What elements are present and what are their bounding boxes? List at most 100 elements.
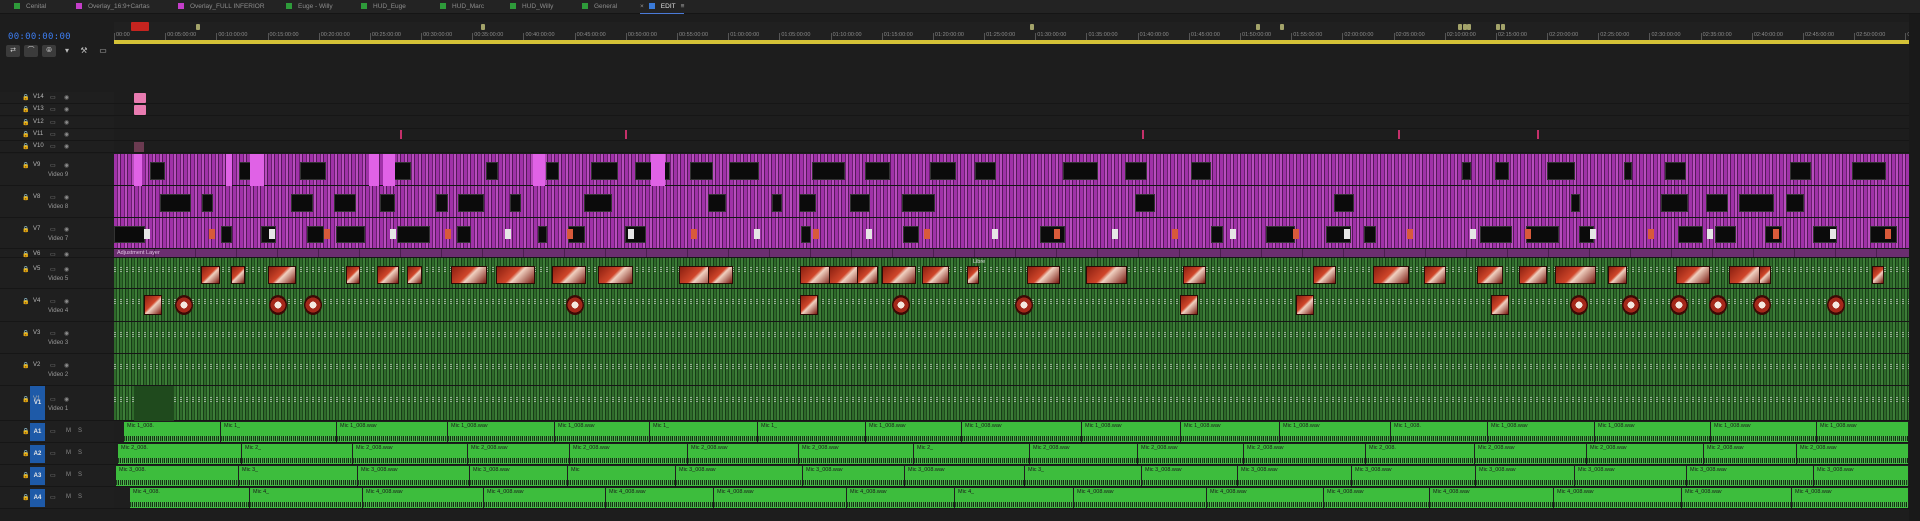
mute-button[interactable]: M xyxy=(66,494,71,500)
captions-icon[interactable]: ▭ xyxy=(97,45,109,57)
audio-clip[interactable]: Mic 1_008. xyxy=(124,422,220,442)
lock-icon[interactable]: 🔒 xyxy=(22,396,29,403)
audio-clip[interactable]: Mic 1_008.wav xyxy=(1082,422,1180,442)
eye-icon[interactable]: ◉ xyxy=(64,119,69,126)
audio-clip[interactable]: Mic 2_008.wav xyxy=(1030,444,1137,464)
eye-icon[interactable]: ◉ xyxy=(64,143,69,150)
eye-icon[interactable]: ◉ xyxy=(64,94,69,101)
sync-lock-icon[interactable]: ▭ xyxy=(50,94,56,101)
audio-clip[interactable]: Mic 1_008. xyxy=(1391,422,1487,442)
lock-icon[interactable]: 🔒 xyxy=(22,266,29,273)
sync-lock-icon[interactable]: ▭ xyxy=(50,428,56,435)
sequence-marker[interactable] xyxy=(1501,24,1505,30)
lock-icon[interactable]: 🔒 xyxy=(22,143,29,150)
playhead[interactable] xyxy=(131,22,149,31)
eye-icon[interactable]: ◉ xyxy=(64,266,69,273)
sequence-marker[interactable] xyxy=(1256,24,1260,30)
sync-lock-icon[interactable]: ▭ xyxy=(50,226,56,233)
audio-clip[interactable]: Mic 1_008.wav xyxy=(1488,422,1594,442)
tab-hud-willy[interactable]: HUD_Willy xyxy=(510,0,553,14)
graphic-clip[interactable] xyxy=(1398,130,1400,139)
audio-clip[interactable]: Mic 4_008.wav xyxy=(363,488,483,508)
audio-source-patch[interactable]: A3 xyxy=(30,467,45,485)
sync-lock-icon[interactable]: ▭ xyxy=(50,119,56,126)
sync-lock-icon[interactable]: ▭ xyxy=(50,494,56,501)
tab-edit[interactable]: × EDIT ≡ xyxy=(640,0,685,14)
sequence-marker[interactable] xyxy=(1280,24,1284,30)
audio-clip[interactable]: Mic 4_008.wav xyxy=(1792,488,1908,508)
eye-icon[interactable]: ◉ xyxy=(64,330,69,337)
eye-icon[interactable]: ◉ xyxy=(64,396,69,403)
audio-clip[interactable]: Mic 4_008.wav xyxy=(1074,488,1206,508)
audio-clip[interactable]: Mic 3_008.wav xyxy=(1687,466,1813,486)
vertical-scrollbar[interactable] xyxy=(1909,14,1920,521)
audio-clip[interactable]: Mic 2_008.wav xyxy=(1704,444,1796,464)
audio-clip[interactable]: Mic 1_008.wav xyxy=(555,422,649,442)
audio-clip[interactable]: Mic 4_008.wav xyxy=(1682,488,1791,508)
sync-lock-icon[interactable]: ▭ xyxy=(50,131,56,138)
linked-selection-icon[interactable]: ⌒ xyxy=(24,45,38,57)
track-lane[interactable] xyxy=(114,117,1909,129)
sequence-marker[interactable] xyxy=(1458,24,1462,30)
eye-icon[interactable]: ◉ xyxy=(64,362,69,369)
audio-lane[interactable]: Mic 4_008. Mic 4_ Mic 4_008.wav Mic 4_008.w… xyxy=(114,487,1909,509)
sync-lock-icon[interactable]: ▭ xyxy=(50,330,56,337)
audio-source-patch[interactable]: A2 xyxy=(30,445,45,463)
tab-overlay-16-9-cartas[interactable]: Overlay_16:9+Cartas xyxy=(76,0,150,14)
tab-overlay-full-inferior[interactable]: Overlay_FULL INFERIOR xyxy=(178,0,265,14)
audio-clip[interactable]: Mic 2_008.wav xyxy=(1797,444,1908,464)
audio-clip[interactable]: Mic 2_008.wav xyxy=(1587,444,1703,464)
title-clip[interactable] xyxy=(134,93,146,103)
track-lane[interactable]: Libre xyxy=(114,258,1909,289)
lock-icon[interactable]: 🔒 xyxy=(22,428,29,435)
audio-clip[interactable]: Mic 1_008.wav xyxy=(1595,422,1710,442)
sync-lock-icon[interactable]: ▭ xyxy=(50,162,56,169)
track-lane[interactable] xyxy=(114,92,1909,104)
track-lane[interactable] xyxy=(114,289,1909,322)
solo-button[interactable]: S xyxy=(78,494,82,500)
sequence-marker[interactable] xyxy=(1030,24,1034,30)
mute-button[interactable]: M xyxy=(66,472,71,478)
lock-icon[interactable]: 🔒 xyxy=(22,450,29,457)
track-lane[interactable]: Adjustment Layer xyxy=(114,249,1909,258)
audio-clip[interactable]: Mic 3_008.wav xyxy=(1814,466,1908,486)
sync-lock-icon[interactable]: ▭ xyxy=(50,450,56,457)
audio-clip[interactable]: Mic 1_ xyxy=(650,422,757,442)
work-area-bar[interactable] xyxy=(114,40,1909,44)
audio-clip[interactable]: Mic 3_008.wav xyxy=(1238,466,1351,486)
audio-clip[interactable]: Mic 4_008.wav xyxy=(606,488,713,508)
lock-icon[interactable]: 🔒 xyxy=(22,162,29,169)
audio-clip[interactable]: Mic xyxy=(568,466,675,486)
sequence-marker[interactable] xyxy=(196,24,200,30)
track-lane[interactable] xyxy=(114,129,1909,141)
audio-clip[interactable]: Mic 1_008.wav xyxy=(1280,422,1390,442)
audio-lane[interactable]: Mic 1_008. Mic 1_ Mic 1_008.wav Mic 1_008.w… xyxy=(114,421,1909,443)
audio-clip[interactable]: Mic 3_008. xyxy=(116,466,238,486)
sync-lock-icon[interactable]: ▭ xyxy=(50,472,56,479)
graphic-clip[interactable] xyxy=(625,130,627,139)
sequence-marker[interactable] xyxy=(1467,24,1471,30)
mute-button[interactable]: M xyxy=(66,428,71,434)
mute-button[interactable]: M xyxy=(66,450,71,456)
audio-clip[interactable]: Mic 3_ xyxy=(239,466,357,486)
audio-clip[interactable]: Mic 1_008.wav xyxy=(866,422,961,442)
source-patch[interactable]: V1 xyxy=(30,386,45,420)
audio-clip[interactable]: Mic 1_ xyxy=(758,422,865,442)
audio-clip[interactable]: Mic 3_008.wav xyxy=(1575,466,1686,486)
audio-clip[interactable]: Mic 2_008.wav xyxy=(1475,444,1586,464)
lock-icon[interactable]: 🔒 xyxy=(22,330,29,337)
audio-clip[interactable]: Mic 2_008.wav xyxy=(1244,444,1365,464)
track-lane[interactable] xyxy=(114,104,1909,116)
audio-clip[interactable]: Mic 3_008.wav xyxy=(358,466,469,486)
track-lane[interactable] xyxy=(114,186,1909,218)
lock-icon[interactable]: 🔒 xyxy=(22,494,29,501)
track-lane[interactable] xyxy=(114,322,1909,354)
audio-clip[interactable]: Mic 2_008.wav xyxy=(353,444,467,464)
audio-clip[interactable]: Mic 3_008.wav xyxy=(1352,466,1475,486)
eye-icon[interactable]: ◉ xyxy=(64,131,69,138)
audio-clip[interactable]: Mic 2_008.wav xyxy=(799,444,913,464)
track-lane[interactable] xyxy=(114,154,1909,186)
eye-icon[interactable]: ◉ xyxy=(64,106,69,113)
audio-clip[interactable]: Mic 2_008.wav xyxy=(688,444,798,464)
audio-clip[interactable]: Mic 1_008.wav xyxy=(448,422,554,442)
